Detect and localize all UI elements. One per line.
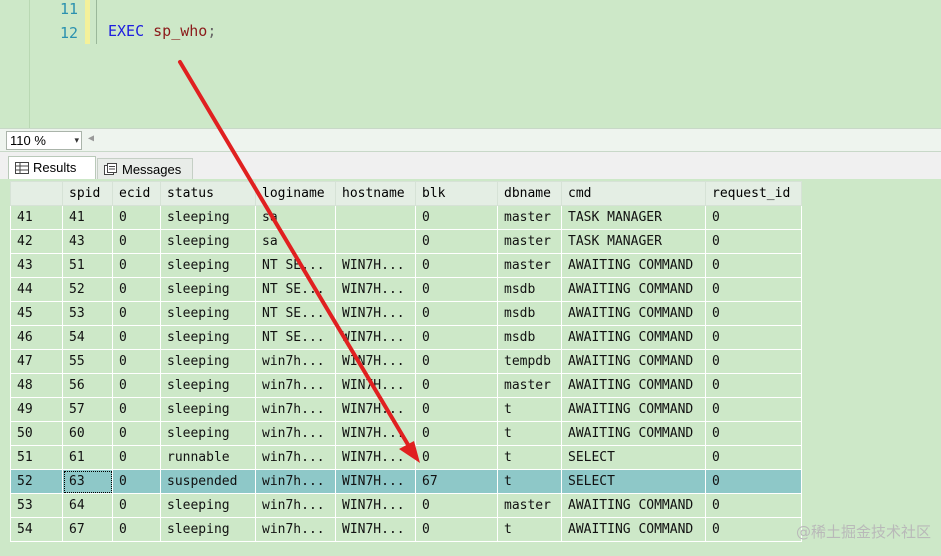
annotation-arrow-head — [399, 441, 420, 463]
annotation-arrow-shaft — [178, 60, 412, 450]
annotation-arrow — [178, 60, 420, 463]
